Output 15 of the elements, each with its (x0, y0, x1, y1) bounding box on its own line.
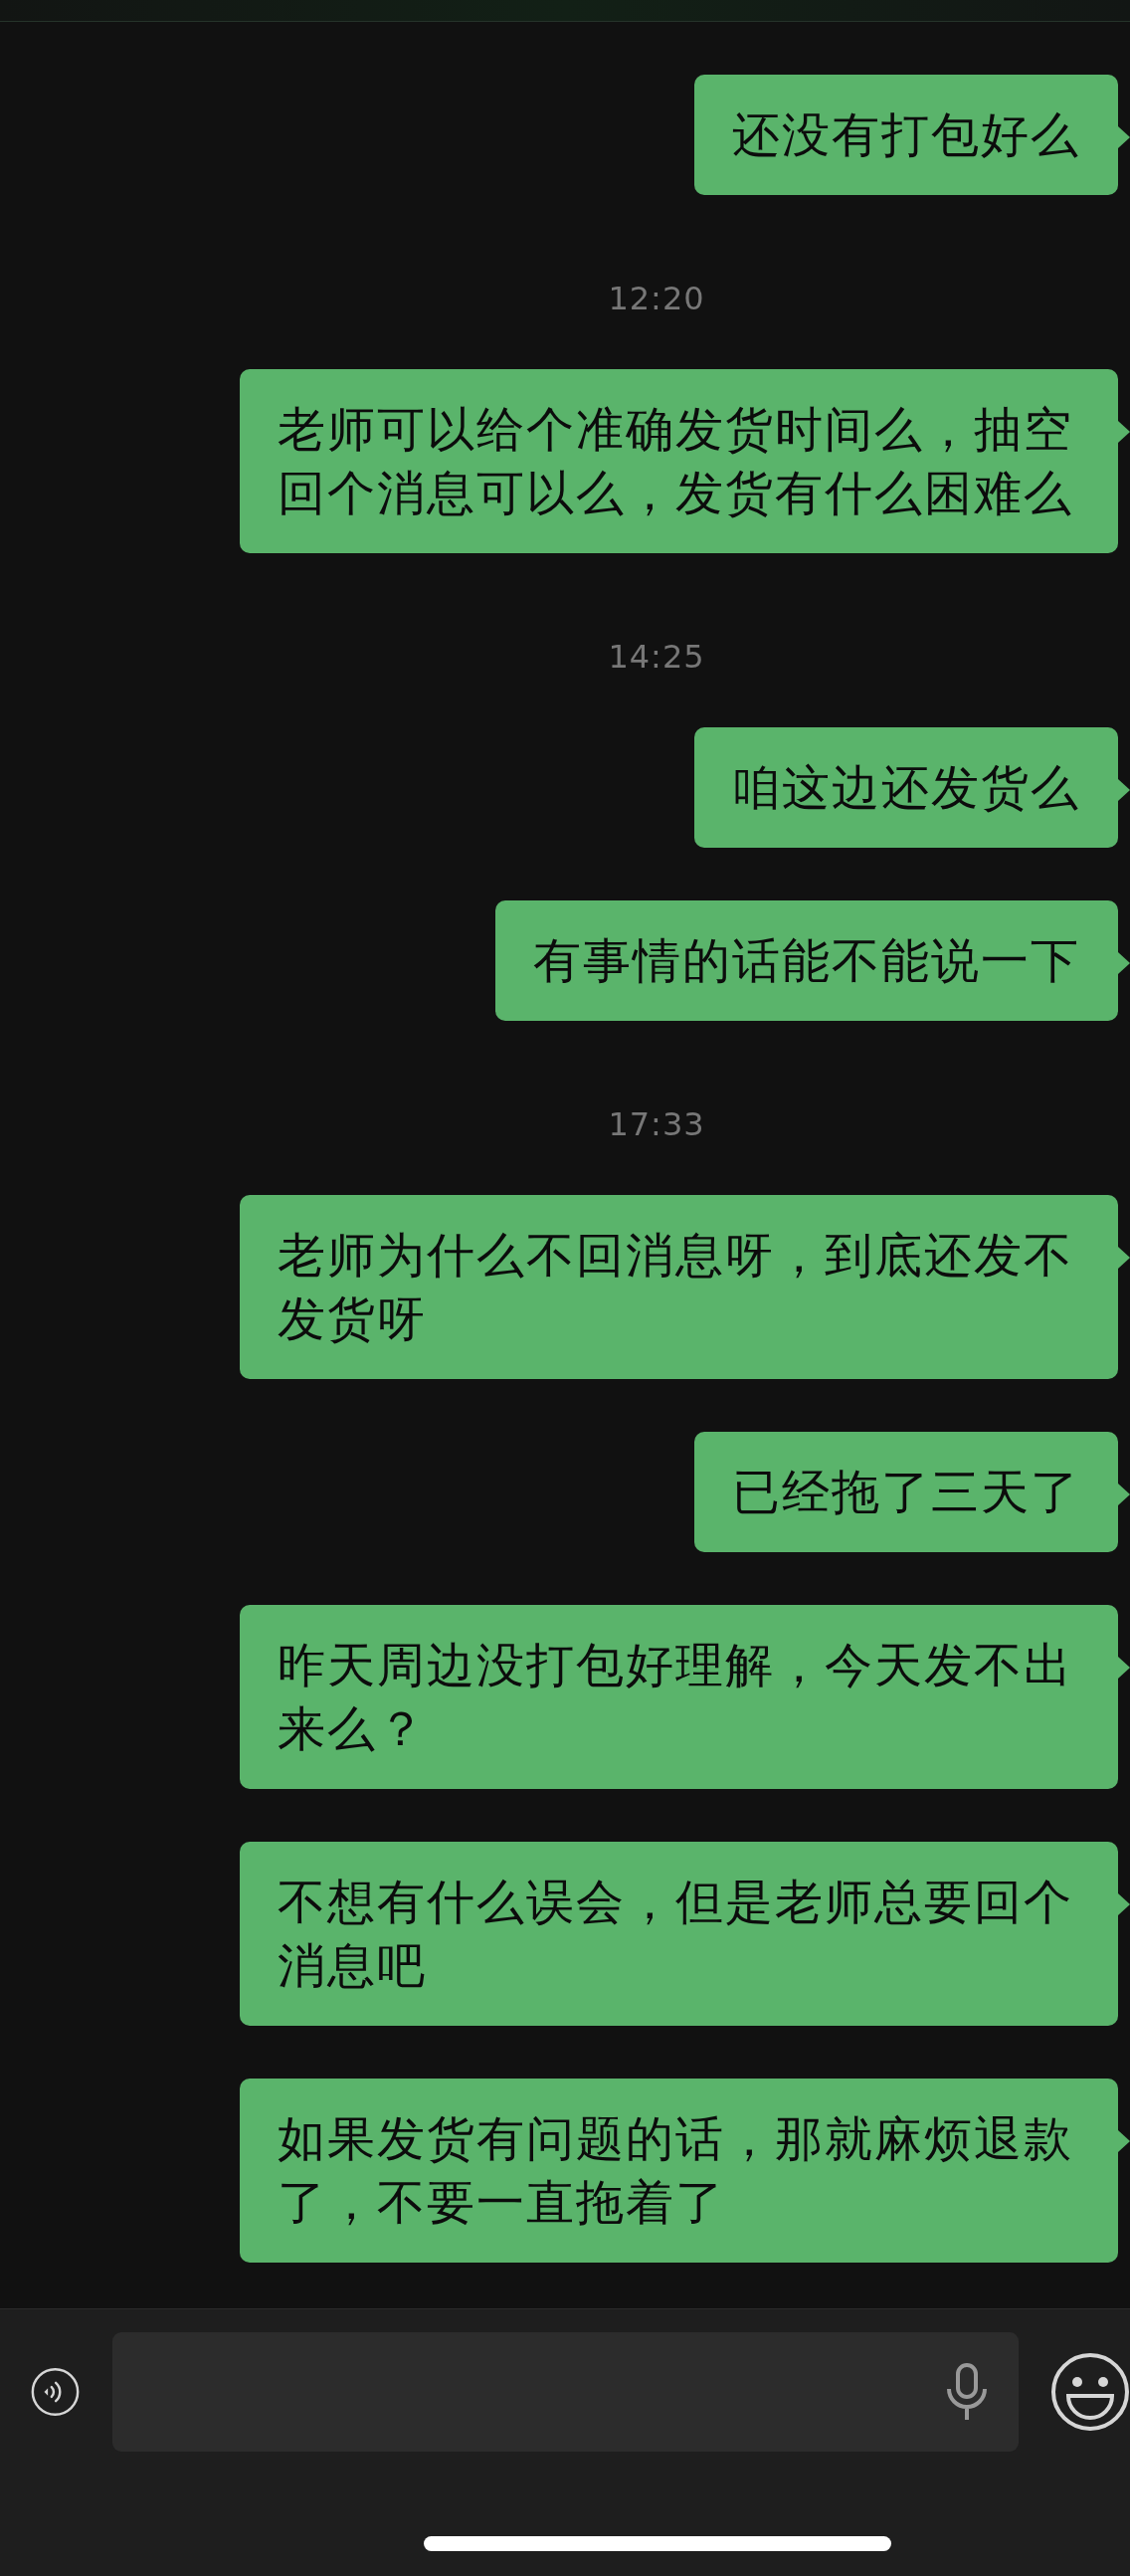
timestamp: 12:20 (608, 281, 705, 316)
chat-bubble: 昨天周边没打包好理解，今天发不出来么？ (240, 1605, 1130, 1789)
input-field[interactable] (112, 2332, 1019, 2452)
timestamp: 17:33 (608, 1106, 705, 1142)
chat-bubble: 还没有打包好么 (694, 75, 1130, 195)
chat-bubble: 老师可以给个准确发货时间么，抽空回个消息可以么，发货有什么困难么 (240, 369, 1130, 553)
chat-bubble: 有事情的话能不能说一下 (495, 900, 1130, 1021)
chat-bubble: 老师为什么不回消息呀，到底还发不发货呀 (240, 1195, 1130, 1379)
chat-bubble: 咱这边还发货么 (694, 727, 1130, 848)
chat-bubble: 不想有什么误会，但是老师总要回个消息吧 (240, 1842, 1130, 2026)
chat-bubble: 如果发货有问题的话，那就麻烦退款了，不要一直拖着了 (240, 2079, 1130, 2263)
microphone-icon[interactable] (945, 2362, 989, 2422)
chat-bubble: 已经拖了三天了 (694, 1432, 1130, 1552)
timestamp: 14:25 (608, 639, 705, 675)
smiley-icon[interactable] (1050, 2352, 1130, 2432)
